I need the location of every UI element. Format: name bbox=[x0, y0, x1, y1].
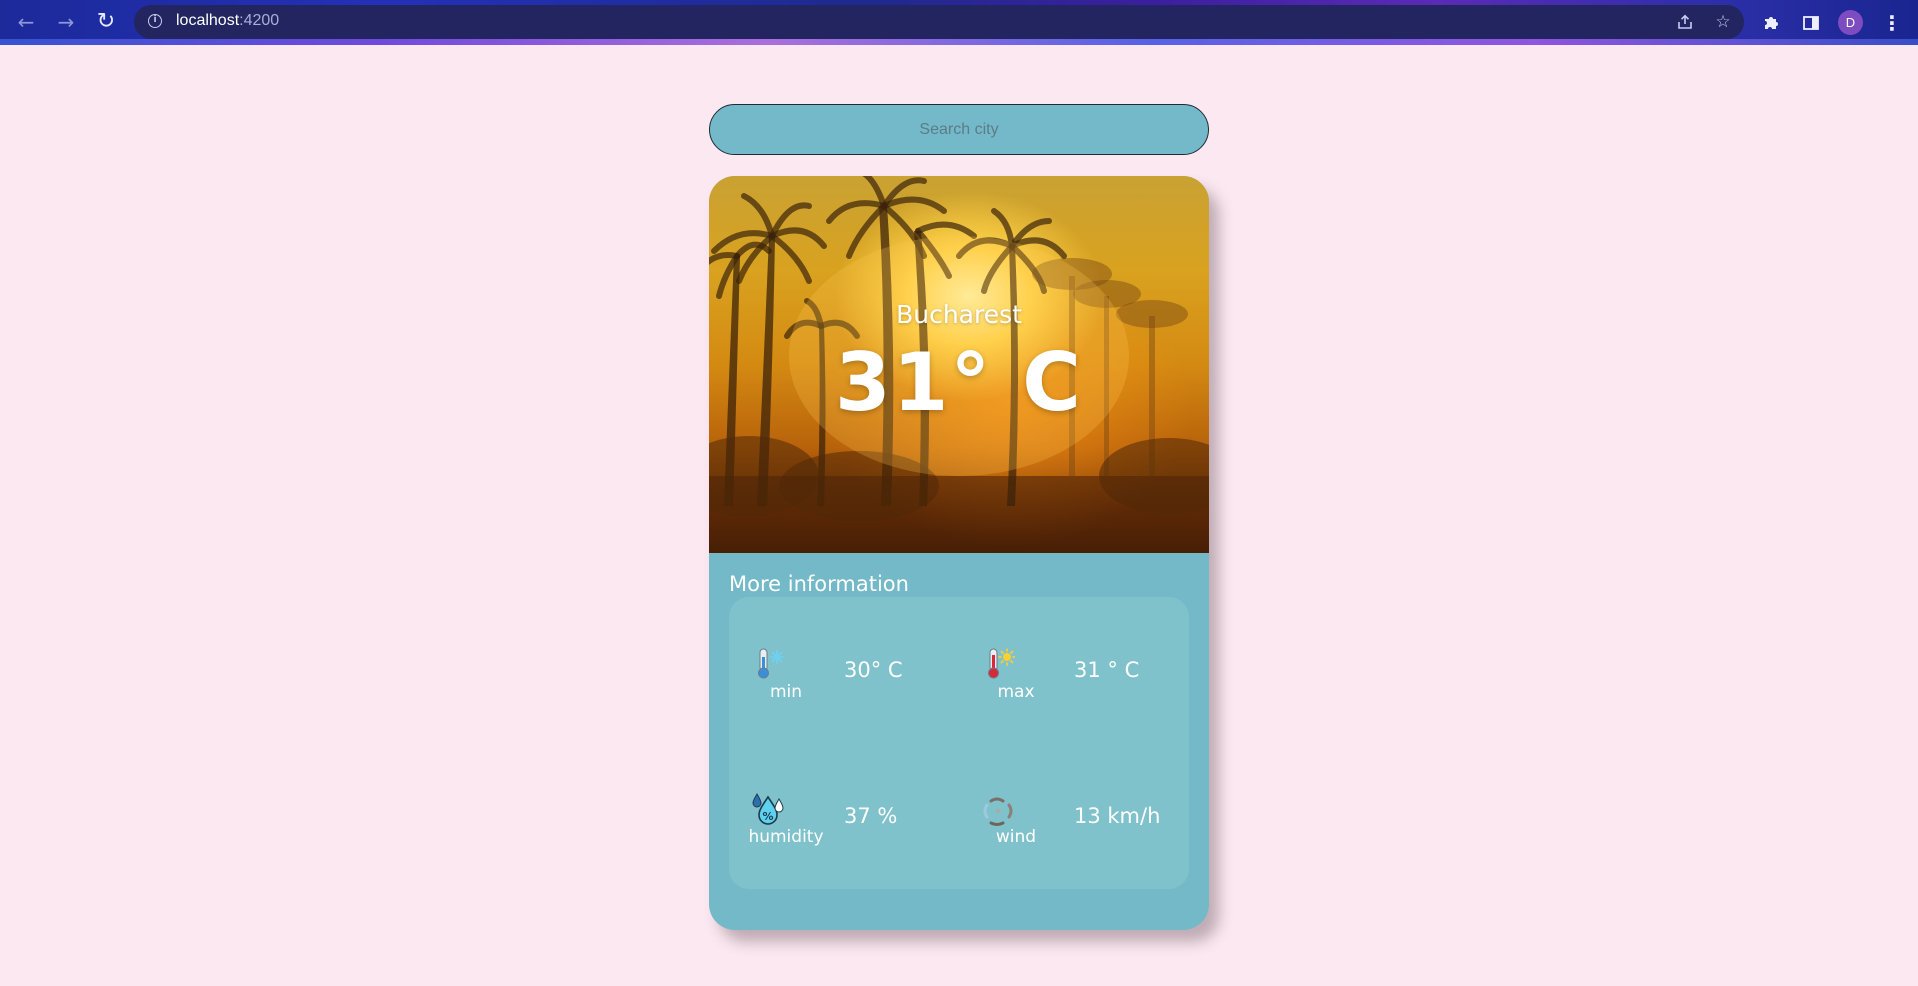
min-label: min bbox=[769, 682, 803, 702]
svg-text:%: % bbox=[762, 810, 773, 823]
more-vert-icon[interactable]: ⋮ bbox=[1882, 9, 1902, 37]
share-icon[interactable] bbox=[1672, 9, 1698, 35]
max-label: max bbox=[997, 682, 1035, 702]
browser-toolbar: ← → ↻ i localhost:4200 ☆ D ⋮ bbox=[0, 0, 1918, 45]
thermometer-cold-icon bbox=[751, 647, 785, 681]
weather-hero-image: Bucharest 31° C bbox=[709, 176, 1209, 553]
forward-arrow-icon[interactable]: → bbox=[52, 8, 80, 36]
city-name: Bucharest bbox=[896, 300, 1022, 329]
back-arrow-icon[interactable]: ← bbox=[12, 8, 40, 36]
more-info-panel: min 30° C max 31 ° C % humidity 37 % win… bbox=[729, 597, 1189, 889]
url-port: :4200 bbox=[239, 12, 280, 29]
side-panel-icon[interactable] bbox=[1797, 9, 1825, 37]
profile-avatar[interactable]: D bbox=[1838, 10, 1863, 35]
wind-label: wind bbox=[995, 827, 1037, 847]
min-value: 30° C bbox=[844, 658, 903, 682]
puzzle-icon[interactable] bbox=[1757, 9, 1785, 37]
reload-icon[interactable]: ↻ bbox=[92, 8, 120, 36]
max-value: 31 ° C bbox=[1074, 658, 1140, 682]
url-host: localhost bbox=[176, 12, 240, 29]
humidity-value: 37 % bbox=[844, 804, 898, 828]
wind-value: 13 km/h bbox=[1074, 804, 1161, 828]
weather-card: Bucharest 31° C More information min 30°… bbox=[709, 176, 1209, 930]
address-bar[interactable]: i localhost:4200 ☆ bbox=[134, 5, 1744, 39]
star-icon[interactable]: ☆ bbox=[1710, 9, 1736, 35]
wind-icon bbox=[981, 793, 1015, 827]
search-input[interactable] bbox=[709, 104, 1209, 155]
thermometer-hot-icon bbox=[981, 647, 1016, 681]
info-icon[interactable]: i bbox=[148, 14, 162, 28]
more-info-title: More information bbox=[729, 572, 909, 596]
current-temperature: 31° C bbox=[835, 336, 1083, 429]
humidity-label: humidity bbox=[748, 827, 824, 847]
humidity-drops-icon: % bbox=[751, 793, 785, 827]
url-text: localhost:4200 bbox=[176, 12, 279, 30]
